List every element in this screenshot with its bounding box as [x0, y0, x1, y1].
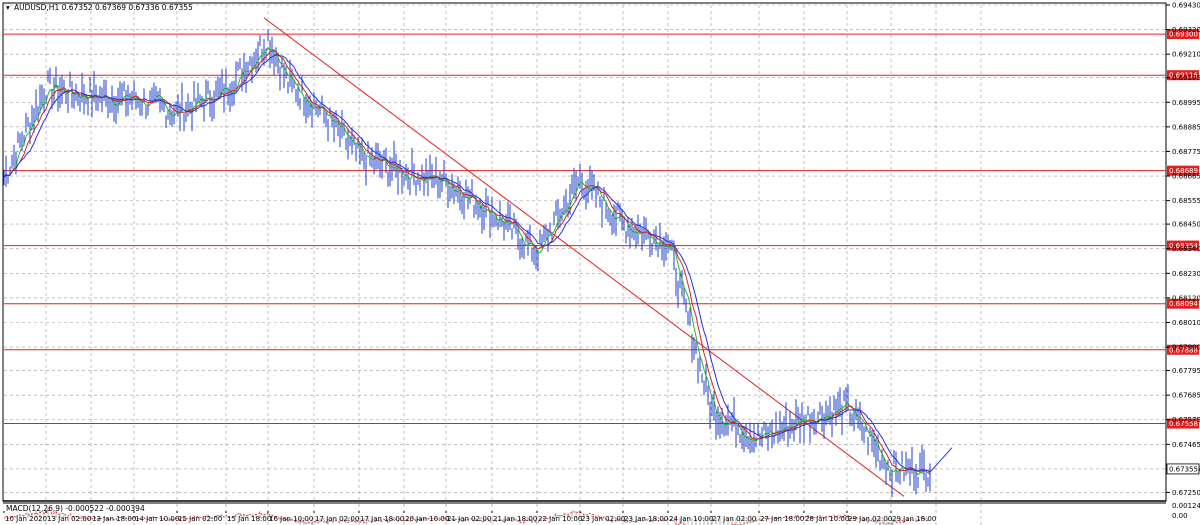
macd-tick-label: 0.00 [1172, 512, 1188, 520]
time-tick-label: 23 Jan 02:00 [581, 515, 625, 523]
price-tick-label: 0.67465 [1172, 441, 1200, 449]
time-tick-label: 24 Jan 10:00 [669, 515, 713, 523]
chart-canvas[interactable]: 0.693000.691160.686890.683540.680940.678… [0, 0, 1200, 525]
price-tick-label: 0.69105 [1172, 74, 1200, 82]
price-tick-label: 0.68010 [1172, 319, 1200, 327]
time-tick-label: 15 Jan 18:00 [227, 515, 271, 523]
time-tick-label: 22 Jan 10:00 [538, 515, 582, 523]
price-tick-label: 0.68450 [1172, 221, 1200, 229]
price-tick-label: 0.68555 [1172, 197, 1200, 205]
symbol-label: AUDUSD,H1 0.67352 0.67369 0.67336 0.6735… [14, 3, 193, 12]
price-tick-label: 0.67250 [1172, 489, 1200, 497]
price-tick-label: 0.68775 [1172, 148, 1200, 156]
time-tick-label: 29 Jan 18:00 [892, 515, 936, 523]
price-tick-label: 0.67900 [1172, 344, 1200, 352]
price-tick-label: 0.67685 [1172, 392, 1200, 400]
price-tick-label: 0.68230 [1172, 270, 1200, 278]
chart-icon: ▾ [6, 3, 10, 12]
current-price-label: 0.67355 [1169, 465, 1198, 473]
time-tick-label: 28 Jan 10:00 [805, 515, 849, 523]
price-tick-label: 0.69210 [1172, 51, 1200, 59]
time-tick-label: 17 Jan 18:00 [360, 515, 404, 523]
time-tick-label: 16 Jan 10:00 [269, 515, 313, 523]
time-tick-label: 27 Jan 02:00 [712, 515, 756, 523]
price-tick-label: 0.68340 [1172, 245, 1200, 253]
time-tick-label: 15 Jan 02:00 [178, 515, 222, 523]
time-tick-label: 29 Jan 02:00 [848, 515, 892, 523]
price-tick-label: 0.68665 [1172, 173, 1200, 181]
price-tick-label: 0.67575 [1172, 416, 1200, 424]
price-tick-label: 0.69430 [1172, 2, 1200, 10]
price-tick-label: 0.68995 [1172, 99, 1200, 107]
chart-background [0, 0, 1200, 525]
macd-label: MACD(12,26,9) -0.000522 -0.000394 [6, 504, 145, 513]
time-tick-label: 13 Jan 02:00 [47, 515, 91, 523]
time-tick-label: 13 Jan 18:00 [92, 515, 136, 523]
time-tick-label: 21 Jan 18:00 [493, 515, 537, 523]
price-tick-label: 0.68120 [1172, 294, 1200, 302]
time-tick-label: 17 Jan 02:00 [315, 515, 359, 523]
time-tick-label: 27 Jan 18:00 [760, 515, 804, 523]
time-tick-label: 23 Jan 18:00 [624, 515, 668, 523]
time-tick-label: 14 Jan 10:00 [135, 515, 179, 523]
price-tick-label: 0.67795 [1172, 367, 1200, 375]
price-tick-label: 0.68885 [1172, 123, 1200, 131]
macd-tick-label: 0.00124 [1172, 502, 1200, 510]
price-tick-label: 0.69320 [1172, 26, 1200, 34]
time-tick-label: 21 Jan 02:00 [447, 515, 491, 523]
time-tick-label: 20 Jan 10:00 [405, 515, 449, 523]
time-tick-label: 10 Jan 2020 [5, 515, 47, 523]
